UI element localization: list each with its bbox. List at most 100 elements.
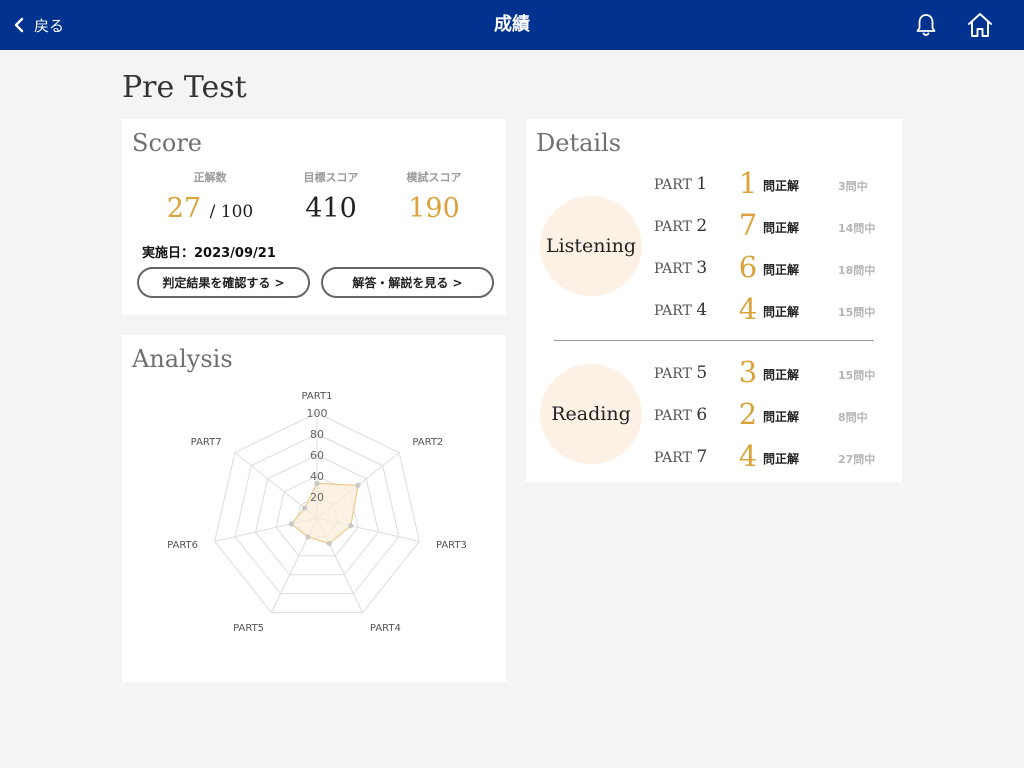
section-listening: Listening — [540, 196, 642, 296]
home-icon — [968, 13, 992, 37]
part-question-total: 15問中 — [838, 369, 876, 382]
view-result-button[interactable]: 判定結果を確認する > — [137, 267, 310, 298]
view-answers-button[interactable]: 解答・解説を見る > — [321, 267, 494, 298]
part-correct-count: 2 — [738, 397, 758, 431]
part-label: PART 7 — [654, 447, 707, 467]
radar-tick-label: 80 — [310, 428, 324, 441]
part-number: 4 — [696, 300, 708, 320]
part-label-text: PART — [654, 177, 692, 193]
radar-category-label: PART7 — [191, 437, 222, 448]
radar-point — [302, 505, 308, 511]
mock-score-value: 190 — [408, 193, 460, 224]
radar-tick-label: 40 — [310, 470, 324, 483]
radar-point — [288, 521, 295, 527]
part-correct-unit: 問正解 — [763, 410, 800, 424]
part-row: PART 4 4 問正解 15問中 — [654, 291, 894, 327]
part-number: 7 — [696, 447, 708, 467]
exam-date: 実施日：2023/09/21 — [142, 246, 276, 261]
correct-count-number: 27 — [166, 193, 202, 224]
part-number: 2 — [696, 216, 708, 236]
radar-tick-label: 20 — [310, 491, 324, 504]
part-question-total: 3問中 — [838, 180, 868, 193]
radar-category-label: PART1 — [302, 391, 333, 402]
mock-score-block: 模試スコア 190 — [384, 169, 484, 224]
radar-point — [326, 540, 332, 547]
part-correct-count: 6 — [738, 250, 758, 284]
part-row: PART 7 4 問正解 27問中 — [654, 438, 894, 474]
part-label: PART 2 — [654, 216, 707, 236]
page-title: Pre Test — [122, 70, 247, 105]
back-button[interactable]: 戻る — [12, 0, 64, 50]
part-label-text: PART — [654, 450, 692, 466]
radar-tick-label: 100 — [307, 407, 328, 420]
radar-category-label: PART3 — [436, 540, 467, 551]
target-score-label: 目標スコア — [303, 171, 359, 184]
part-row: PART 5 3 問正解 15問中 — [654, 354, 894, 390]
part-question-total: 18問中 — [838, 264, 876, 277]
bell-icon — [916, 14, 936, 36]
radar-chart: 20 40 60 80 100 PART1 PART2 PART3 PART4 PART5 PART… — [167, 391, 467, 634]
part-correct-count: 1 — [738, 166, 758, 200]
mock-score-label: 模試スコア — [406, 171, 462, 184]
part-correct-count: 4 — [738, 292, 758, 326]
details-card: Details Listening PART 1 1 問正解 3問中 PART 2 7 問正解… — [526, 119, 902, 482]
page-header-title: 成績 — [494, 14, 530, 35]
part-correct-unit: 問正解 — [763, 179, 800, 193]
part-number: 1 — [696, 174, 708, 194]
radar-category-label: PART2 — [412, 437, 443, 448]
chevron-left-icon — [14, 17, 24, 33]
part-correct-unit: 問正解 — [763, 305, 800, 319]
part-label: PART 4 — [654, 300, 707, 320]
radar-category-label: PART5 — [233, 623, 264, 634]
part-correct-unit: 問正解 — [763, 452, 800, 466]
part-correct-count: 7 — [738, 208, 758, 242]
part-row: PART 2 7 問正解 14問中 — [654, 207, 894, 243]
part-label-text: PART — [654, 261, 692, 277]
top-bar: 戻る 成績 — [0, 0, 1024, 50]
section-reading: Reading — [540, 364, 642, 464]
part-label: PART 6 — [654, 405, 707, 425]
section-divider — [554, 340, 874, 341]
part-correct-unit: 問正解 — [763, 221, 800, 235]
target-score-block: 目標スコア 410 — [281, 169, 381, 224]
part-label-text: PART — [654, 303, 692, 319]
notification-button[interactable] — [913, 12, 939, 38]
correct-count-value: 27 / 100 — [160, 193, 260, 224]
radar-category-label: PART6 — [167, 540, 198, 551]
correct-count-total: / 100 — [209, 202, 254, 222]
radar-tick-label: 60 — [310, 449, 324, 462]
part-correct-unit: 問正解 — [763, 368, 800, 382]
part-label: PART 5 — [654, 363, 707, 383]
radar-category-label: PART4 — [370, 623, 401, 634]
part-question-total: 14問中 — [838, 222, 876, 235]
part-row: PART 1 1 問正解 3問中 — [654, 165, 894, 201]
part-row: PART 3 6 問正解 18問中 — [654, 249, 894, 285]
analysis-card: Analysis 20 40 60 80 100 PART1 PART2 PART3 PART4… — [122, 335, 506, 682]
details-title: Details — [536, 129, 622, 157]
radar-point — [355, 482, 361, 488]
correct-count-block: 正解数 27 / 100 — [160, 169, 260, 224]
score-card: Score 正解数 27 / 100 目標スコア 410 模試スコア 190 実… — [122, 119, 506, 315]
score-title: Score — [132, 129, 203, 157]
part-question-total: 27問中 — [838, 453, 876, 466]
part-correct-count: 3 — [738, 355, 758, 389]
part-question-total: 8問中 — [838, 411, 868, 424]
part-label-text: PART — [654, 408, 692, 424]
radar-point — [348, 523, 354, 529]
radar-series-area — [290, 482, 359, 545]
home-button[interactable] — [966, 11, 994, 39]
part-correct-unit: 問正解 — [763, 263, 800, 277]
part-label: PART 3 — [654, 258, 707, 278]
correct-count-label: 正解数 — [193, 171, 227, 184]
part-number: 6 — [696, 405, 708, 425]
part-label-text: PART — [654, 366, 692, 382]
target-score-value: 410 — [305, 193, 357, 224]
part-correct-count: 4 — [738, 439, 758, 473]
part-question-total: 15問中 — [838, 306, 876, 319]
part-row: PART 6 2 問正解 8問中 — [654, 396, 894, 432]
radar-point — [305, 534, 311, 540]
back-label: 戻る — [34, 16, 65, 35]
part-number: 5 — [696, 363, 708, 383]
part-label: PART 1 — [654, 174, 707, 194]
part-label-text: PART — [654, 219, 692, 235]
